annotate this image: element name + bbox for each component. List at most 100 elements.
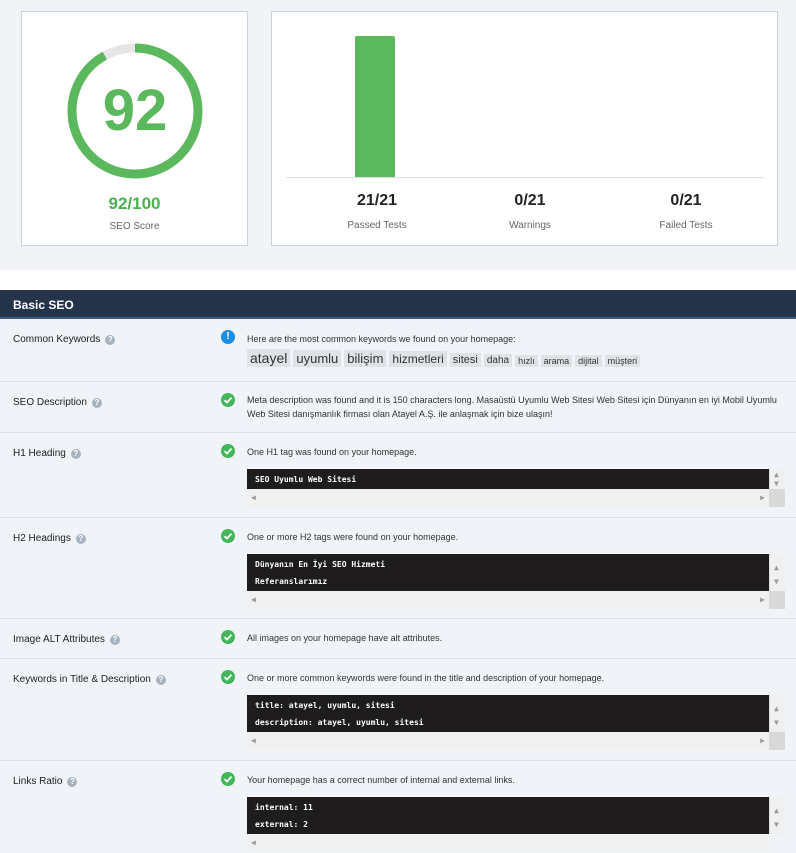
keyword-tag: atayel — [247, 349, 291, 367]
code-line: external: 2 — [255, 820, 308, 829]
title-desc-code-box[interactable]: title: atayel, uyumlu, sitesi descriptio… — [247, 695, 785, 750]
scroll-up-icon[interactable]: ▲ — [774, 807, 779, 815]
row-text-image-alt: All images on your homepage have alt att… — [247, 633, 443, 643]
vertical-scrollbar[interactable]: ▲ ▼ — [769, 469, 785, 489]
row-text-seo-description: Meta description was found and it is 150… — [247, 395, 777, 419]
scroll-left-icon[interactable]: ◀ — [251, 596, 256, 604]
scroll-up-icon[interactable]: ▲ — [774, 705, 779, 713]
label-text: H2 Headings — [13, 533, 71, 544]
keyword-tag: müşteri — [604, 355, 641, 367]
info-glyph: ! — [226, 331, 230, 342]
stat-warnings: 0/21 Warnings — [450, 192, 610, 231]
score-gauge-value: 92 — [102, 78, 168, 143]
row-text-common-keywords: Here are the most common keywords we fou… — [247, 334, 516, 344]
scroll-up-icon[interactable]: ▲ — [774, 564, 779, 572]
info-circle-icon: ! — [221, 330, 235, 344]
keyword-tag: hizmetleri — [389, 351, 447, 367]
label-text: Image ALT Attributes — [13, 634, 105, 645]
keyword-tag: bilişim — [344, 350, 387, 367]
vertical-scrollbar[interactable]: ▲ ▼ — [769, 695, 785, 732]
row-seo-description: SEO Description ? Meta description was f… — [0, 382, 796, 433]
check-circle-icon — [221, 630, 235, 644]
keyword-tag: uyumlu — [293, 350, 342, 367]
question-circle-icon[interactable]: ? — [105, 334, 116, 345]
row-common-keywords: Common Keywords ? ! Here are the most co… — [0, 319, 796, 382]
seo-score-card: 92 92/100 SEO Score — [21, 11, 248, 246]
scroll-up-icon[interactable]: ▲ — [774, 471, 779, 479]
horizontal-scrollbar[interactable]: ◀ ▶ — [247, 591, 769, 609]
passed-tests-bar — [355, 36, 395, 177]
stat-passed-value: 21/21 — [356, 192, 398, 209]
horizontal-scrollbar[interactable]: ◀ ▶ — [247, 489, 769, 507]
question-circle-icon[interactable]: ? — [70, 448, 81, 459]
keyword-tag: hızlı — [515, 355, 538, 367]
stat-failed-value: 0/21 — [670, 192, 702, 209]
row-label-common-keywords: Common Keywords ? — [13, 334, 116, 345]
scroll-right-icon[interactable]: ▶ — [760, 737, 765, 745]
stat-failed-label: Failed Tests — [659, 220, 713, 231]
vertical-scrollbar[interactable]: ▲ ▼ — [769, 554, 785, 591]
scroll-down-icon[interactable]: ▼ — [774, 821, 779, 829]
row-label-seo-description: SEO Description ? — [13, 397, 102, 408]
check-circle-icon — [221, 772, 235, 786]
scroll-left-icon[interactable]: ◀ — [251, 737, 256, 745]
row-h2-headings: H2 Headings ? One or more H2 tags were f… — [0, 518, 796, 619]
scroll-right-icon[interactable]: ▶ — [760, 494, 765, 502]
code-line: SEO Uyumlu Web Sitesi — [255, 475, 357, 484]
scroll-right-icon[interactable]: ▶ — [760, 596, 765, 604]
stat-failed: 0/21 Failed Tests — [606, 192, 766, 231]
row-text-title-desc: One or more common keywords were found i… — [247, 673, 605, 683]
keyword-tag: arama — [540, 355, 573, 367]
question-circle-icon[interactable]: ? — [109, 634, 120, 645]
question-circle-icon[interactable]: ? — [91, 397, 102, 408]
check-circle-icon — [221, 393, 235, 407]
row-image-alt: Image ALT Attributes ? All images on you… — [0, 619, 796, 659]
scroll-down-icon[interactable]: ▼ — [774, 578, 779, 586]
vertical-scrollbar[interactable]: ▲ ▼ — [769, 797, 785, 834]
score-label: SEO Score — [109, 221, 160, 232]
row-label-image-alt: Image ALT Attributes ? — [13, 634, 120, 645]
question-circle-icon[interactable]: ? — [67, 776, 78, 787]
code-line: internal: 11 — [255, 803, 313, 812]
keyword-tag: sitesi — [449, 353, 481, 367]
keyword-tag: dijital — [575, 355, 602, 367]
scroll-corner — [769, 591, 785, 609]
keyword-tag: daha — [483, 354, 513, 367]
tests-card: 21/21 Passed Tests 0/21 Warnings 0/21 Fa… — [271, 11, 778, 246]
horizontal-scrollbar[interactable]: ◀ ▶ — [247, 732, 769, 750]
label-text: Keywords in Title & Description — [13, 674, 151, 685]
summary-panel: 92 92/100 SEO Score 21/21 Passed Tests 0… — [0, 0, 796, 270]
score-value: 92/100 — [108, 194, 161, 213]
label-text: Links Ratio — [13, 776, 63, 787]
check-circle-icon — [221, 670, 235, 684]
links-code-box[interactable]: internal: 11 external: 2 ▲ ▼ ◀ — [247, 797, 785, 852]
row-links-ratio: Links Ratio ? Your homepage has a correc… — [0, 761, 796, 853]
row-label-title-desc: Keywords in Title & Description ? — [13, 674, 166, 685]
scroll-down-icon[interactable]: ▼ — [774, 480, 779, 488]
scroll-corner — [769, 489, 785, 507]
label-text: Common Keywords — [13, 334, 101, 345]
tests-bar-chart — [286, 26, 764, 178]
stat-warnings-label: Warnings — [509, 220, 551, 231]
horizontal-scrollbar[interactable]: ◀ — [247, 834, 769, 852]
row-text-h2: One or more H2 tags were found on your h… — [247, 532, 459, 542]
stat-passed: 21/21 Passed Tests — [297, 192, 457, 231]
row-keywords-title-description: Keywords in Title & Description ? One or… — [0, 659, 796, 761]
row-label-links-ratio: Links Ratio ? — [13, 776, 78, 787]
scroll-left-icon[interactable]: ◀ — [251, 494, 256, 502]
question-circle-icon[interactable]: ? — [75, 533, 86, 544]
row-label-h2: H2 Headings ? — [13, 533, 86, 544]
question-circle-icon[interactable]: ? — [155, 674, 166, 685]
stat-warnings-value: 0/21 — [514, 192, 546, 209]
code-line: title: atayel, uyumlu, sitesi — [255, 701, 395, 710]
scroll-down-icon[interactable]: ▼ — [774, 719, 779, 727]
row-label-h1: H1 Heading ? — [13, 448, 81, 459]
scroll-left-icon[interactable]: ◀ — [251, 839, 256, 847]
check-circle-icon — [221, 444, 235, 458]
basic-seo-header[interactable]: Basic SEO — [0, 290, 796, 319]
h2-code-box[interactable]: Dünyanın En İyi SEO Hizmeti Referansları… — [247, 554, 785, 609]
keyword-list: atayel uyumlu bilişim hizmetleri sitesi … — [247, 349, 643, 367]
check-circle-icon — [221, 529, 235, 543]
h1-code-box[interactable]: SEO Uyumlu Web Sitesi ▲ ▼ ◀ ▶ — [247, 469, 785, 507]
stat-passed-label: Passed Tests — [347, 220, 407, 231]
